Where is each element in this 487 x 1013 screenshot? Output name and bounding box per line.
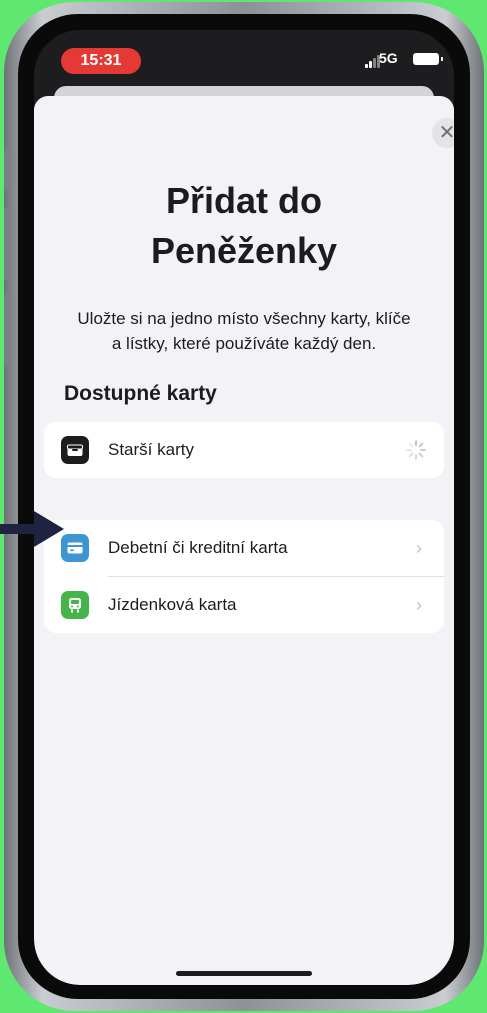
subtitle-line-1: Uložte si na jedno místo všechny karty, … [77, 309, 411, 328]
network-type: 5G [379, 50, 398, 66]
card-group-add: Debetní či kreditní karta › Jízdenková k… [44, 520, 444, 633]
phone-frame: 15:31 5G ✕ Přidat do Peněženky Uložte si… [4, 2, 484, 1011]
battery-icon [413, 53, 443, 65]
pointer-arrow-icon [0, 511, 64, 547]
phone-bezel: 15:31 5G ✕ Přidat do Peněženky Uložte si… [18, 14, 470, 999]
list-item-label: Debetní či kreditní karta [108, 538, 288, 557]
list-item-older-cards[interactable]: Starší karty [44, 422, 444, 478]
home-indicator[interactable] [176, 971, 312, 976]
page-title: Přidat do Peněženky [34, 176, 454, 276]
title-line-1: Přidat do [165, 180, 322, 221]
close-button[interactable]: ✕ [432, 118, 454, 148]
status-time: 15:31 [61, 48, 141, 74]
loading-spinner-icon [406, 440, 426, 460]
list-item-label: Jízdenková karta [108, 595, 237, 614]
title-line-2: Peněženky [150, 230, 338, 271]
chevron-right-icon: › [416, 538, 422, 558]
page-subtitle: Uložte si na jedno místo všechny karty, … [54, 306, 434, 356]
wallet-icon [61, 436, 89, 464]
credit-card-icon [61, 534, 89, 562]
subtitle-line-2: a lístky, které používáte každý den. [111, 334, 377, 353]
status-bar: 15:31 5G [34, 30, 454, 82]
list-item-label: Starší karty [108, 440, 194, 459]
list-item-debit-credit-card[interactable]: Debetní či kreditní karta › [44, 520, 444, 576]
card-group-older: Starší karty [44, 422, 444, 478]
section-title-available-cards: Dostupné karty [64, 382, 217, 405]
volume-down-button [4, 294, 10, 366]
close-icon: ✕ [438, 122, 454, 144]
phone-screen: 15:31 5G ✕ Přidat do Peněženky Uložte si… [34, 30, 454, 985]
volume-up-button [4, 208, 10, 280]
tram-icon [61, 591, 89, 619]
list-item-transit-card[interactable]: Jízdenková karta › [44, 577, 444, 633]
mute-switch [4, 150, 10, 190]
chevron-right-icon: › [416, 595, 422, 615]
